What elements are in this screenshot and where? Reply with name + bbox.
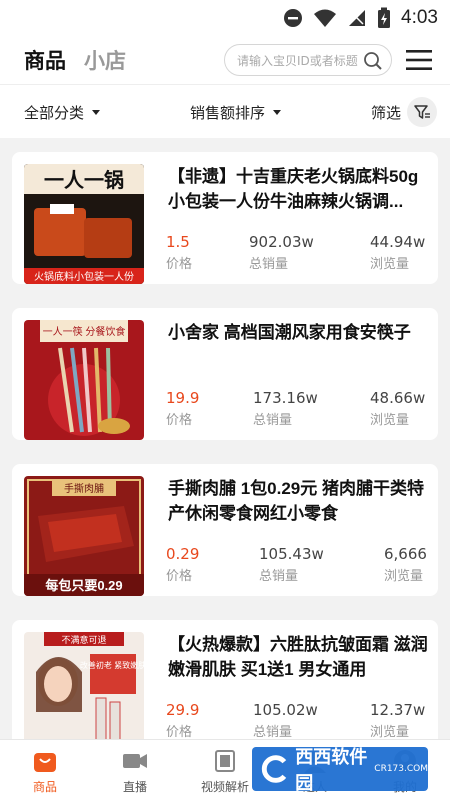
status-time: 4:03 [401,7,438,28]
price-value: 19.9 [166,389,200,407]
price-label: 价格 [166,413,193,428]
price-label: 价格 [166,569,193,584]
price-stat: 1.5 价格 [166,232,192,272]
nav-label: 直播 [122,780,147,794]
product-card[interactable]: 一人一锅 火锅底料小包装一人份 【非遗】十吉重庆老火锅底料50g小包装一人份牛油… [12,152,438,284]
sales-stat: 902.03w 总销量 [249,232,314,272]
thumb-banner-text: 火锅底料小包装一人份 [34,270,134,283]
battery-charging-icon [378,7,391,28]
product-card[interactable]: 不满意可退 改善初老 紧致嫩肤 【火热爆款】六胜肽抗皱面霜 滋润嫩滑肌肤 买1送… [12,620,438,752]
film-icon [215,750,235,772]
price-stat: 29.9 价格 [166,700,199,740]
search-input[interactable]: 请输入宝贝ID或者标题 [224,44,392,76]
thumb-text: 一人一锅 [44,168,124,192]
price-value: 1.5 [166,233,190,251]
filter-bar: 全部分类 销售额排序 筛选 [0,84,450,138]
status-bar: 4:03 [0,0,450,36]
video-camera-icon [123,754,147,768]
views-stat: 6,666 浏览量 [384,544,427,584]
product-title[interactable]: 小舍家 高档国潮风家用食安筷子 [168,320,430,345]
tab-products[interactable]: 商品 [24,45,66,75]
price-label: 价格 [166,725,193,740]
sales-value: 105.02w [253,701,318,719]
product-image: 一人一筷 分餐饮食 [24,320,144,440]
filter-label: 筛选 [371,103,402,122]
thumb-text: 一人一筷 分餐饮食 [43,325,126,338]
price-stat: 19.9 价格 [166,388,199,428]
search-placeholder: 请输入宝贝ID或者标题 [237,53,358,68]
category-dropdown[interactable]: 全部分类 [24,85,101,139]
price-stat: 0.29 价格 [166,544,199,584]
sales-label: 总销量 [259,569,299,584]
product-card[interactable]: 一人一筷 分餐饮食 小舍家 高档国潮风家用食安筷子 19.9 价格 173.16w… [12,308,438,440]
signal-icon [349,10,366,26]
price-value: 0.29 [166,545,200,563]
sales-label: 总销量 [249,257,289,272]
views-label: 浏览量 [370,413,410,428]
product-title[interactable]: 【火热爆款】六胜肽抗皱面霜 滋润嫩滑肌肤 买1送1 男女通用 [168,632,430,682]
sales-label: 总销量 [253,413,293,428]
sales-stat: 105.43w 总销量 [259,544,324,584]
product-image: 不满意可退 改善初老 紧致嫩肤 [24,632,144,752]
product-image: 一人一锅 火锅底料小包装一人份 [24,164,144,284]
category-label: 全部分类 [24,103,85,122]
views-value: 48.66w [370,389,426,407]
views-label: 浏览量 [370,257,410,272]
tab-shops[interactable]: 小店 [84,45,126,75]
product-image: 手撕肉脯 每包只要0.29 [24,476,144,596]
price-value: 29.9 [166,701,200,719]
chevron-down-icon [273,109,282,115]
search-icon[interactable] [363,51,383,71]
nav-label: 商品 [32,780,57,794]
views-value: 12.37w [370,701,426,719]
watermark-text: 西西软件园 [295,747,368,794]
thumb-text: 手撕肉脯 [64,482,104,495]
views-value: 44.94w [370,233,426,251]
sort-label: 销售额排序 [190,103,266,122]
watermark-logo: 西西软件园 CR173.COM [252,747,428,794]
sales-label: 总销量 [253,725,293,740]
hamburger-menu-icon[interactable] [406,49,432,71]
top-header: 商品 小店 请输入宝贝ID或者标题 [0,36,450,84]
chevron-down-icon [92,109,101,115]
watermark-sub: CR173.COM [374,764,428,774]
thumb-side-text: 改善初老 紧致嫩肤 [80,660,144,670]
views-stat: 12.37w 浏览量 [370,700,425,740]
views-value: 6,666 [384,545,427,563]
watermark-c-icon [261,755,287,783]
thumb-banner-text: 每包只要0.29 [45,578,122,593]
views-label: 浏览量 [370,725,410,740]
do-not-disturb-icon [284,9,303,27]
bag-icon [34,753,56,772]
wifi-icon [314,9,337,27]
views-stat: 48.66w 浏览量 [370,388,425,428]
product-title[interactable]: 【非遗】十吉重庆老火锅底料50g小包装一人份牛油麻辣火锅调... [168,164,430,214]
sales-stat: 173.16w 总销量 [253,388,318,428]
nav-live[interactable]: 直播 [100,748,170,795]
nav-products[interactable]: 商品 [10,748,80,795]
sales-value: 173.16w [253,389,318,407]
sales-value: 902.03w [249,233,314,251]
thumb-text: 不满意可退 [61,634,106,645]
views-stat: 44.94w 浏览量 [370,232,425,272]
sales-stat: 105.02w 总销量 [253,700,318,740]
funnel-icon [407,97,438,127]
price-label: 价格 [166,257,193,272]
product-title[interactable]: 手撕肉脯 1包0.29元 猪肉脯干类特产休闲零食网红小零食 [168,476,430,526]
nav-video-analysis[interactable]: 视频解析 [190,748,260,795]
filter-button[interactable]: 筛选 [371,85,438,139]
views-label: 浏览量 [384,569,424,584]
product-card[interactable]: 手撕肉脯 每包只要0.29 手撕肉脯 1包0.29元 猪肉脯干类特产休闲零食网红… [12,464,438,596]
sales-value: 105.43w [259,545,324,563]
nav-label: 视频解析 [200,780,249,794]
sort-dropdown[interactable]: 销售额排序 [190,85,282,139]
